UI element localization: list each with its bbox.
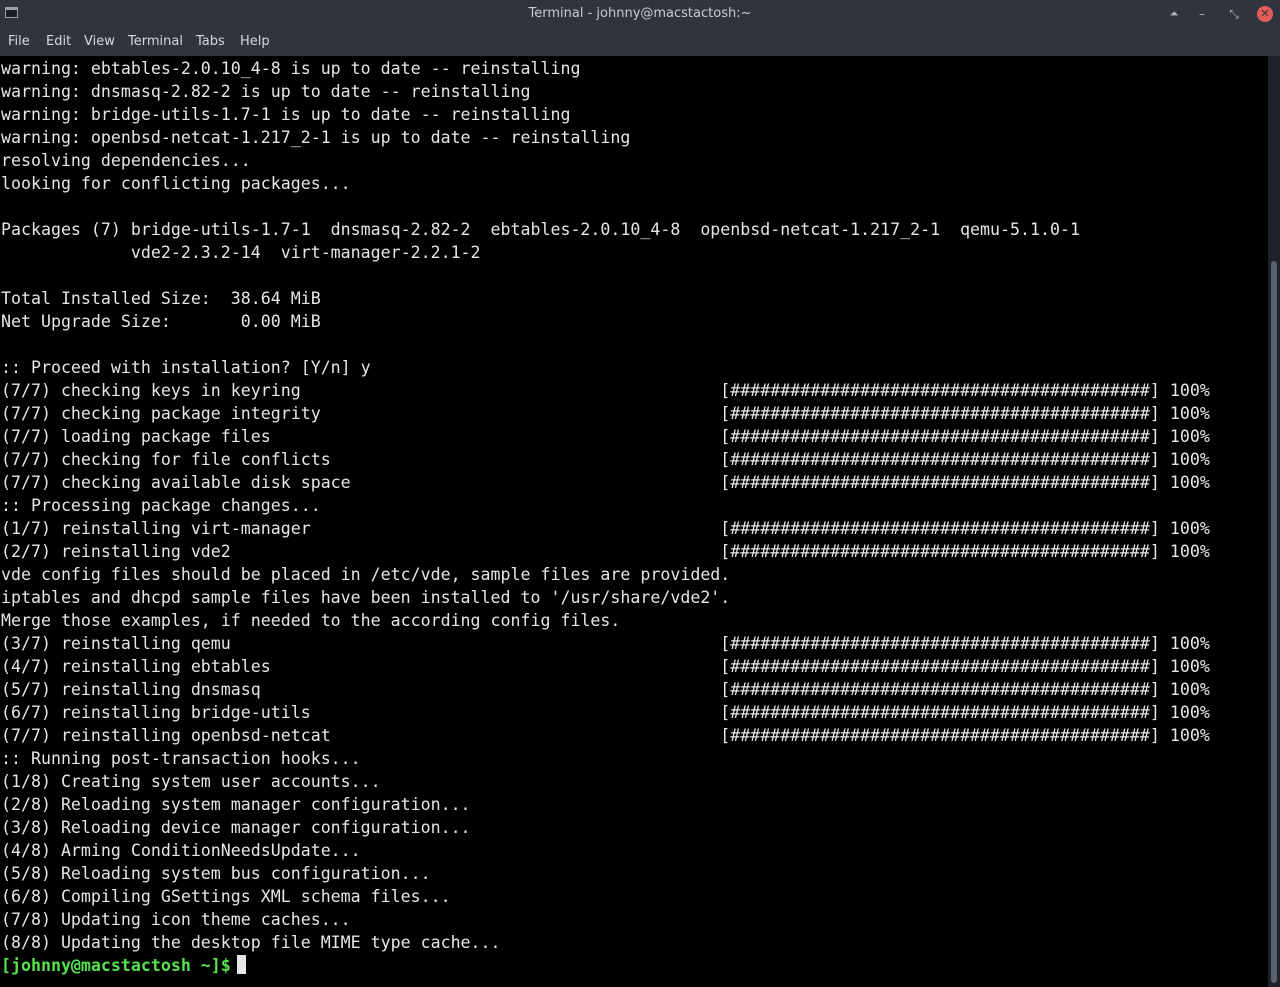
terminal-line: (5/7) reinstalling dnsmasq [############… [1, 680, 1210, 699]
terminal-line: (4/7) reinstalling ebtables [###########… [1, 657, 1210, 676]
scrollbar[interactable] [1268, 56, 1280, 987]
menu-bar: File Edit View Terminal Tabs Help [0, 28, 1280, 56]
terminal-line: (2/8) Reloading system manager configura… [1, 795, 471, 814]
terminal-line: (7/8) Updating icon theme caches... [1, 910, 351, 929]
close-button[interactable]: ✕ [1257, 6, 1273, 22]
scrollbar-thumb[interactable] [1271, 261, 1277, 983]
terminal-line: Net Upgrade Size: 0.00 MiB [1, 312, 321, 331]
menu-help[interactable]: Help [240, 34, 270, 49]
keep-above-button[interactable]: ⏶ [1166, 6, 1182, 22]
terminal-window: Terminal - johnny@macstactosh:~ ⏶ – ⤡ ✕ … [0, 0, 1280, 987]
terminal-line: vde config files should be placed in /et… [1, 565, 731, 584]
terminal-line: (7/7) loading package files [###########… [1, 427, 1210, 446]
terminal-line: (3/8) Reloading device manager configura… [1, 818, 471, 837]
menu-terminal[interactable]: Terminal [128, 34, 183, 49]
terminal-line: Packages (7) bridge-utils-1.7-1 dnsmasq-… [1, 220, 1080, 239]
terminal-line: :: Processing package changes... [1, 496, 321, 515]
terminal-line: Total Installed Size: 38.64 MiB [1, 289, 321, 308]
terminal-line: (6/7) reinstalling bridge-utils [#######… [1, 703, 1210, 722]
terminal-line: iptables and dhcpd sample files have bee… [1, 588, 731, 607]
terminal-line: (7/7) checking keys in keyring [########… [1, 381, 1210, 400]
terminal-line: looking for conflicting packages... [1, 174, 351, 193]
title-bar[interactable]: Terminal - johnny@macstactosh:~ ⏶ – ⤡ ✕ [0, 0, 1280, 28]
terminal-line: (7/7) checking package integrity [######… [1, 404, 1210, 423]
terminal-line: (1/8) Creating system user accounts... [1, 772, 381, 791]
terminal-line: (6/8) Compiling GSettings XML schema fil… [1, 887, 451, 906]
terminal-line: :: Proceed with installation? [Y/n] y [1, 358, 371, 377]
terminal-line: warning: dnsmasq-2.82-2 is up to date --… [1, 82, 531, 101]
menu-file[interactable]: File [8, 34, 30, 49]
terminal-line: (2/7) reinstalling vde2 [###############… [1, 542, 1210, 561]
terminal-line: (4/8) Arming ConditionNeedsUpdate... [1, 841, 361, 860]
menu-view[interactable]: View [84, 34, 115, 49]
menu-tabs[interactable]: Tabs [196, 34, 225, 49]
terminal-line: (1/7) reinstalling virt-manager [#######… [1, 519, 1210, 538]
terminal-line: warning: ebtables-2.0.10_4-8 is up to da… [1, 59, 581, 78]
terminal-line: :: Running post-transaction hooks... [1, 749, 361, 768]
terminal-output-area[interactable]: warning: ebtables-2.0.10_4-8 is up to da… [0, 56, 1268, 987]
terminal-lines: warning: ebtables-2.0.10_4-8 is up to da… [1, 57, 1210, 977]
terminal-line: (7/7) checking for file conflicts [#####… [1, 450, 1210, 469]
minimize-button[interactable]: – [1194, 6, 1210, 22]
terminal-line: resolving dependencies... [1, 151, 251, 170]
terminal-line: (3/7) reinstalling qemu [###############… [1, 634, 1210, 653]
window-title: Terminal - johnny@macstactosh:~ [528, 6, 752, 21]
terminal-line: (8/8) Updating the desktop file MIME typ… [1, 933, 501, 952]
terminal-line: warning: openbsd-netcat-1.217_2-1 is up … [1, 128, 631, 147]
shell-prompt: [johnny@macstactosh ~]$ [1, 956, 231, 975]
menu-edit[interactable]: Edit [46, 34, 71, 49]
terminal-line: (5/8) Reloading system bus configuration… [1, 864, 431, 883]
text-cursor [236, 955, 246, 974]
terminal-line: (7/7) reinstalling openbsd-netcat [#####… [1, 726, 1210, 745]
terminal-line: vde2-2.3.2-14 virt-manager-2.2.1-2 [1, 243, 481, 262]
terminal-line: (7/7) checking available disk space [###… [1, 473, 1210, 492]
prompt-line[interactable]: [johnny@macstactosh ~]$ [1, 954, 1210, 977]
terminal-line: warning: bridge-utils-1.7-1 is up to dat… [1, 105, 571, 124]
terminal-line: Merge those examples, if needed to the a… [1, 611, 621, 630]
maximize-button[interactable]: ⤡ [1226, 6, 1242, 22]
